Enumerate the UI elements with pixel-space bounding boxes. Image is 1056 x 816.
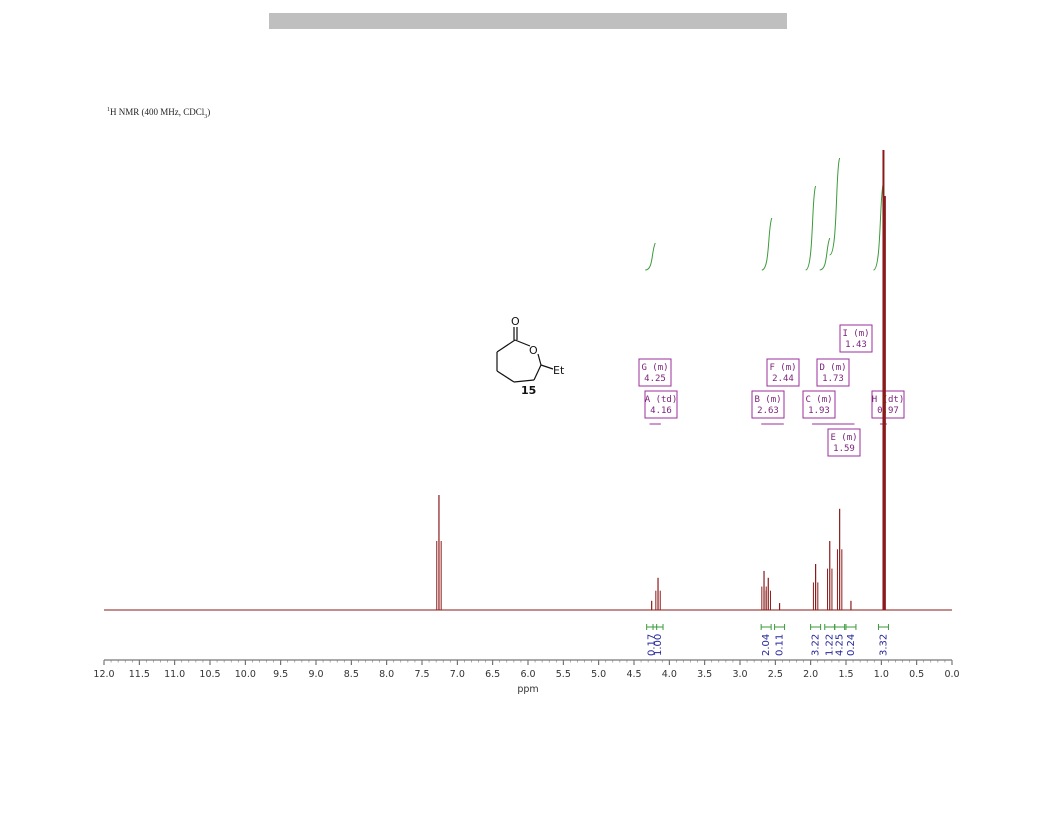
multiplet-name: G (m) [641,363,668,373]
integral-curve [872,182,884,271]
multiplet-shift: 0.97 [877,406,899,416]
multiplet-label: H (dt)0.97 [871,390,905,419]
x-tick-label: 1.0 [874,669,889,680]
integral-value: 0.24 [846,634,857,656]
integral-curve [805,185,817,271]
integral-value: 1.00 [653,634,664,656]
x-tick-label: 0.5 [909,669,924,680]
x-tick-label: 0.0 [944,669,959,680]
x-tick-label: 2.5 [768,669,783,680]
multiplet-shift: 1.93 [808,406,830,416]
compound-number: 15 [521,384,536,397]
integral-value: 0.11 [775,634,786,656]
multiplet-label: I (m)1.43 [839,324,873,353]
ring-bond-a [513,379,535,383]
x-tick-label: 8.0 [379,669,394,680]
x-tick-label: 12.0 [93,669,114,680]
multiplet-name: B (m) [754,395,781,405]
integral-value: 3.32 [878,634,889,656]
carbonyl-oxygen-label: O [511,315,520,328]
multiplet-name: E (m) [830,433,857,443]
x-tick-label: 3.5 [697,669,712,680]
integral-value: 2.04 [761,634,772,656]
multiplet-name: C (m) [805,395,832,405]
multiplet-shift: 1.73 [822,374,844,384]
integral-curve [829,157,841,256]
x-tick-label: 11.5 [129,669,150,680]
x-tick-label: 7.5 [414,669,429,680]
ring-bond-o-ch [537,353,542,366]
multiplet-label: E (m)1.59 [827,428,861,457]
ring-bond-ch-ch2 [533,364,542,381]
multiplet-name: D (m) [819,363,846,373]
x-axis-label: ppm [517,684,538,695]
x-tick-label: 7.0 [450,669,465,680]
ring-bond-d [496,339,516,353]
multiplet-shift: 1.43 [845,340,867,350]
ring-bond-co-o [514,339,531,347]
multiplet-shift: 2.63 [757,406,779,416]
x-tick-label: 9.5 [273,669,288,680]
multiplet-labels: G (m)4.25 A (td)4.16 F (m)2.44 B (m)2.63 D (… [638,324,905,457]
x-tick-label: 5.5 [556,669,571,680]
nmr-chart: O O Et 15 G (m)4.25A (td)4.16F (m)2.44B … [93,150,960,695]
integral-curves [645,157,884,271]
multiplet-label: G (m)4.25 [638,358,672,387]
x-axis: 12.0 11.5 11.0 10.5 10.0 9.5 9.0 8.5 8.0 7.5 7.0 6.… [93,659,960,680]
integral-value: 4.25 [835,634,846,656]
multiplet-name: F (m) [769,363,796,373]
integral-value: 3.22 [811,634,822,656]
multiplet-name: I (m) [842,329,869,339]
ethyl-bond [540,364,554,370]
x-tick-label: 3.0 [732,669,747,680]
multiplet-name: A (td) [645,395,678,405]
x-tick-label: 6.5 [485,669,500,680]
integral-curve [819,237,831,271]
x-tick-label: 9.0 [308,669,323,680]
x-tick-label: 4.5 [626,669,641,680]
multiplet-shift: 1.59 [833,444,855,454]
x-tick-label: 2.0 [803,669,818,680]
multiplet-shift: 2.44 [772,374,794,384]
molecule-structure [496,327,554,383]
multiplet-label: B (m)2.63 [751,390,785,419]
x-tick-label: 10.5 [199,669,220,680]
x-tick-label: 1.5 [838,669,853,680]
multiplet-name: H (dt) [872,395,905,405]
multiplet-label: C (m)1.93 [802,390,836,419]
integral-curve [761,217,773,271]
ethyl-label: Et [553,364,565,377]
x-tick-label: 10.0 [235,669,256,680]
multiplet-shift: 4.25 [644,374,666,384]
x-tick-label: 5.0 [591,669,606,680]
multiplet-shift: 4.16 [650,406,672,416]
multiplet-label: F (m)2.44 [766,358,800,387]
x-tick-label: 4.0 [662,669,677,680]
x-tick-label: 8.5 [344,669,359,680]
integral-curve [645,242,656,271]
x-tick-label: 6.0 [520,669,535,680]
multiplet-label: D (m)1.73 [816,358,850,387]
ring-bond-b [496,370,515,383]
ring-oxygen-label: O [529,344,538,357]
x-tick-label: 11.0 [164,669,185,680]
multiplet-label: A (td)4.16 [644,390,678,419]
integral-markers: 0.171.00 2.04 0.11 3.22 1.224.25 0.24 3.32 [646,624,889,656]
